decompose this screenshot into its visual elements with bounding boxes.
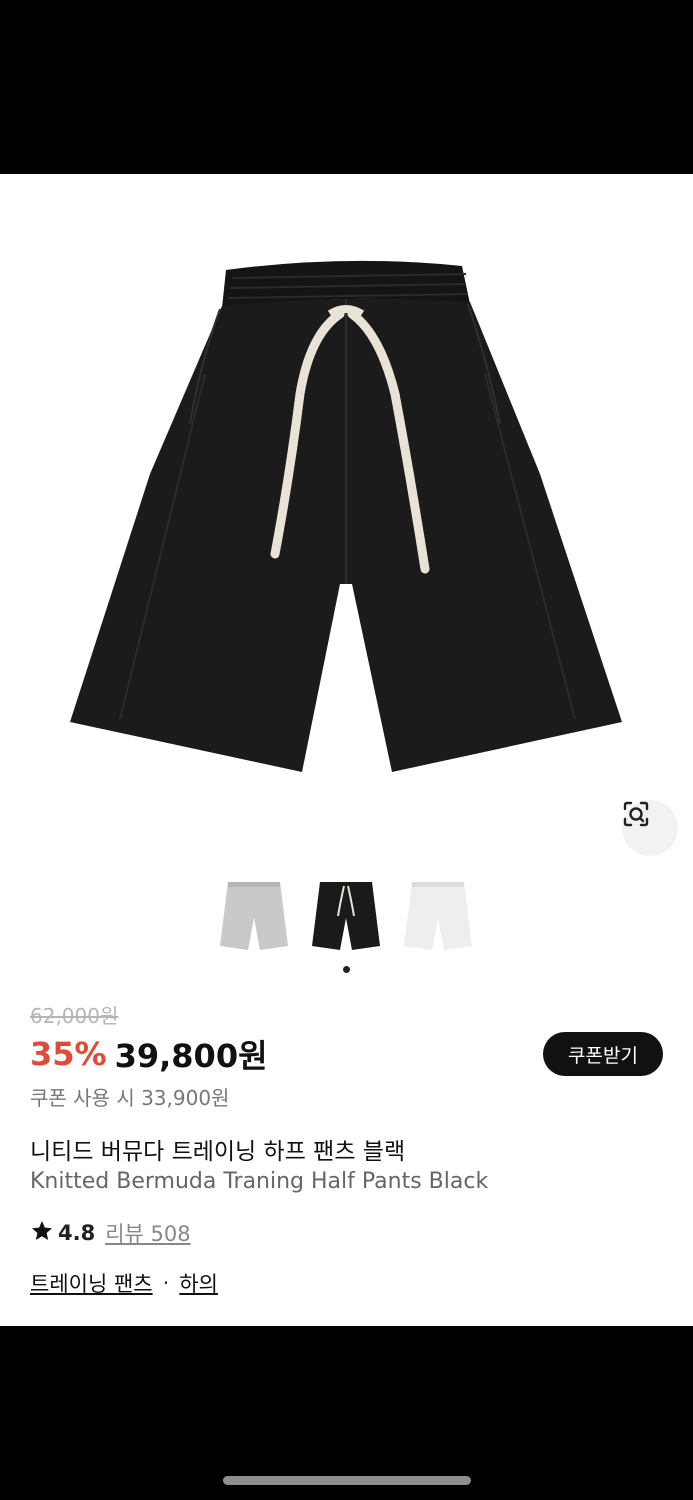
category-link-training-pants[interactable]: 트레이닝 팬츠 <box>30 1268 153 1298</box>
coupon-price: 쿠폰 사용 시 33,900원 <box>30 1086 230 1110</box>
rating-row: 4.8 리뷰 508 <box>30 1218 670 1248</box>
color-thumbnails <box>0 874 693 964</box>
original-price: 62,000원 <box>30 1004 119 1028</box>
breadcrumb-separator: · <box>162 1271 170 1295</box>
star-icon <box>30 1219 54 1248</box>
status-bar-area <box>0 0 693 174</box>
thumbnail-black[interactable] <box>308 874 384 954</box>
sale-price: 39,800원 <box>114 1037 268 1075</box>
thumbnail-white[interactable] <box>400 874 476 954</box>
thumbnail-gray[interactable] <box>216 874 292 954</box>
carousel-indicator-dot <box>343 966 350 973</box>
review-count-link[interactable]: 리뷰 508 <box>105 1218 190 1248</box>
rating-score: 4.8 <box>58 1221 96 1245</box>
visual-search-button[interactable] <box>622 800 678 856</box>
bottom-bar <box>0 1326 693 1500</box>
category-link-bottoms[interactable]: 하의 <box>179 1268 218 1298</box>
product-title-korean: 니티드 버뮤다 트레이닝 하프 팬츠 블랙 <box>30 1139 406 1165</box>
product-detail: 62,000원 35% 39,800원 쿠폰받기 쿠폰 사용 시 33,900원… <box>0 174 693 1326</box>
product-main-image[interactable] <box>0 174 693 864</box>
discount-rate: 35% <box>30 1035 107 1073</box>
get-coupon-button[interactable]: 쿠폰받기 <box>543 1032 663 1076</box>
category-breadcrumb: 트레이닝 팬츠 · 하의 <box>30 1268 670 1298</box>
shorts-illustration <box>70 260 622 772</box>
product-title-english: Knitted Bermuda Traning Half Pants Black <box>30 1169 489 1194</box>
home-indicator[interactable] <box>223 1476 471 1485</box>
